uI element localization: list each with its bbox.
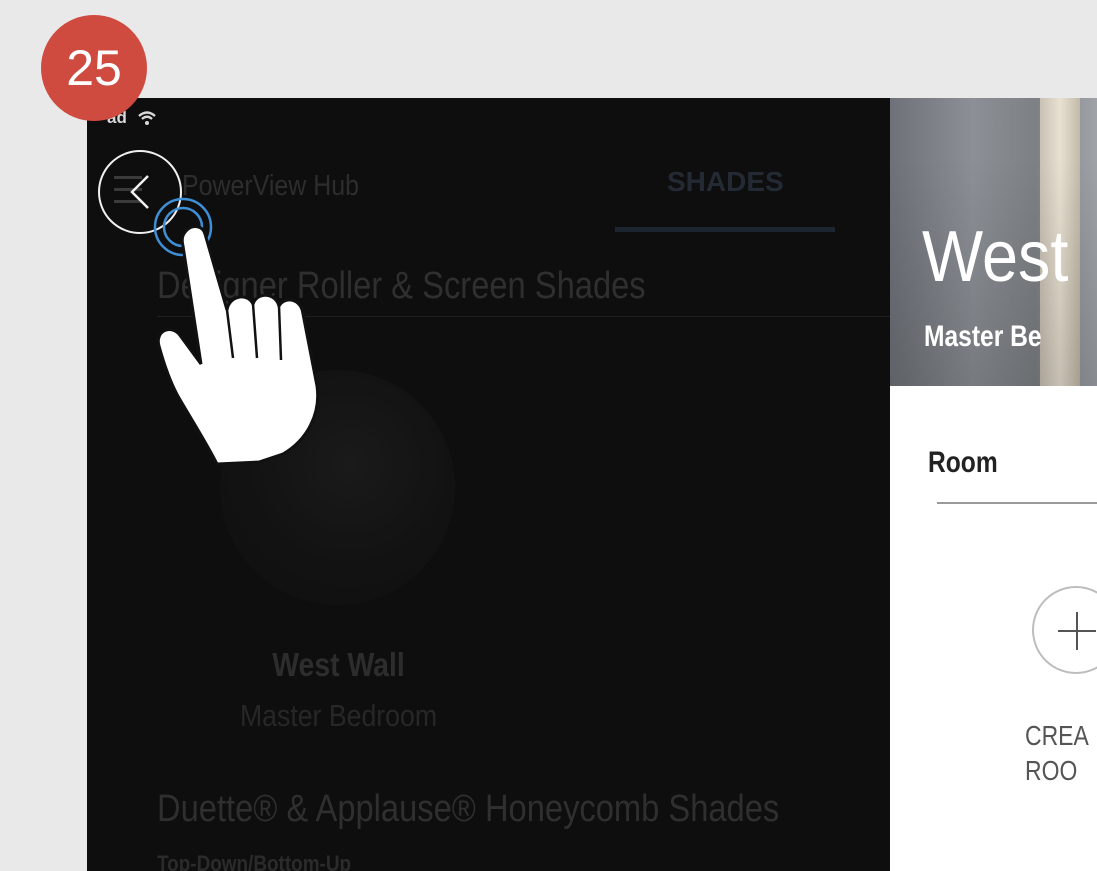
section-subheading: Top-Down/Bottom-Up (157, 851, 352, 871)
shade-detail-panel: West Master Be Room CREA ROO (890, 98, 1097, 871)
wifi-icon (137, 110, 157, 126)
shades-list-screen: ad PowerView Hub SHADES Designer Roller … (87, 98, 890, 871)
create-room-button[interactable] (1032, 586, 1097, 674)
create-room-label[interactable]: CREA ROO (1025, 718, 1097, 788)
detail-title: West (922, 217, 1069, 297)
shade-room: Master Bedroom (239, 698, 438, 733)
section-heading: Duette® & Applause® Honeycomb Shades (157, 788, 780, 830)
chevron-left-icon (130, 175, 149, 209)
device-screen: ad PowerView Hub SHADES Designer Roller … (87, 98, 1097, 871)
shade-name[interactable]: West Wall (122, 646, 555, 684)
tab-active-indicator (615, 227, 835, 232)
detail-subtitle: Master Be (924, 320, 1042, 353)
step-number-badge: 25 (41, 15, 147, 121)
room-label: Room (928, 446, 998, 479)
pointing-hand-icon (157, 225, 320, 466)
room-divider (937, 502, 1097, 504)
tab-shades[interactable]: SHADES (667, 166, 784, 198)
